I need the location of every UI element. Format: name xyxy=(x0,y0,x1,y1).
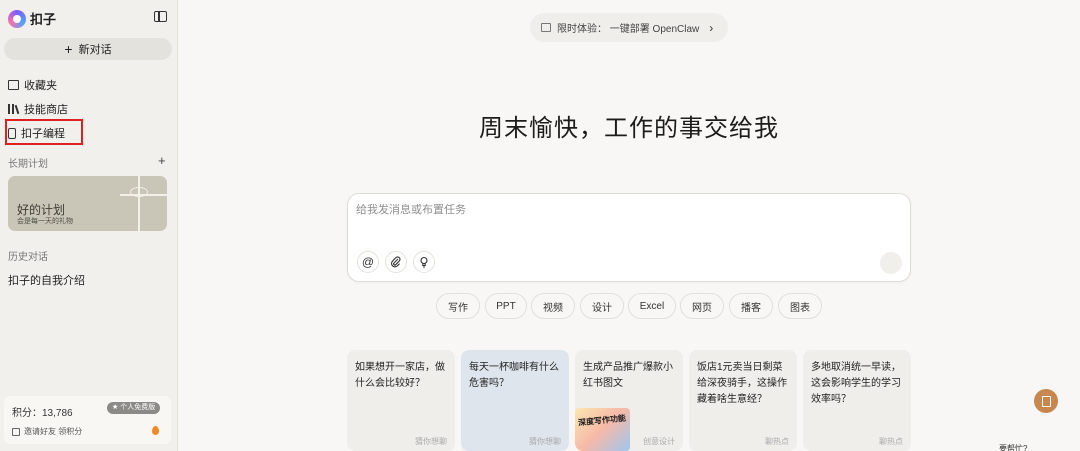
card-tag: 聊热点 xyxy=(879,437,903,446)
chip-video[interactable]: 视频 xyxy=(531,293,575,319)
lightbulb-icon xyxy=(420,256,428,268)
card-text: 多地取消统一早读，这会影响学生的学习效率吗？ xyxy=(811,362,901,405)
gift-icon xyxy=(12,427,20,436)
card-text: 饭店1元卖当日剩菜给深夜骑手，这操作藏着啥生意经？ xyxy=(697,362,787,405)
promo-banner[interactable]: 限时体验： 一键部署 OpenClaw › xyxy=(530,13,728,42)
sidebar: 扣子 + 新对话 收藏夹 技能商店 扣子编程 长期计划 + 好的计划 会是每一天… xyxy=(0,0,178,451)
card-text: 如果想开一家店，做什么会比较好？ xyxy=(355,362,445,389)
suggestion-card[interactable]: 多地取消统一早读，这会影响学生的学习效率吗？ 聊热点 xyxy=(803,350,911,451)
sidebar-item-label: 收藏夹 xyxy=(24,80,57,92)
sidebar-item-favorites[interactable]: 收藏夹 xyxy=(8,77,57,93)
card-text: 每天一杯咖啡有什么危害吗？ xyxy=(469,362,559,389)
books-icon xyxy=(8,104,19,114)
flame-icon xyxy=(152,426,159,435)
page-title: 周末愉快，工作的事交给我 xyxy=(479,114,779,142)
add-plan-button[interactable]: + xyxy=(158,153,166,168)
idea-button[interactable] xyxy=(413,251,435,273)
gift-icon xyxy=(541,23,551,32)
mention-button[interactable]: @ xyxy=(357,251,379,273)
invite-link[interactable]: 邀请好友 领积分 xyxy=(12,426,82,437)
history-section-title: 历史对话 xyxy=(8,252,48,263)
chip-excel[interactable]: Excel xyxy=(628,293,676,319)
promo-label: 限时体验： 一键部署 OpenClaw xyxy=(557,24,700,35)
card-tag: 聊热点 xyxy=(765,437,789,446)
ribbon-decoration xyxy=(138,176,140,231)
folder-icon xyxy=(8,80,19,90)
chip-chart[interactable]: 图表 xyxy=(778,293,822,319)
bow-icon xyxy=(130,187,148,197)
send-button[interactable] xyxy=(880,252,902,274)
notes-button[interactable] xyxy=(1034,389,1058,413)
suggestion-card[interactable]: 饭店1元卖当日剩菜给深夜骑手，这操作藏着啥生意经？ 聊热点 xyxy=(689,350,797,451)
new-chat-button[interactable]: + 新对话 xyxy=(4,38,172,60)
card-tag: 猜你想聊 xyxy=(415,437,447,446)
new-chat-label: 新对话 xyxy=(78,44,112,56)
attach-button[interactable] xyxy=(385,251,407,273)
chevron-right-icon: › xyxy=(709,20,714,35)
history-item[interactable]: 扣子的自我介绍 xyxy=(8,272,85,288)
suggestion-card[interactable]: 生成产品推广爆款小红书图文 深度写作功能 创意设计 xyxy=(575,350,683,451)
plan-card-subtitle: 会是每一天的礼物 xyxy=(17,218,73,225)
plan-card[interactable]: 好的计划 会是每一天的礼物 xyxy=(8,176,167,231)
plus-icon: + xyxy=(64,41,73,57)
account-panel: 积分：13,786 ★ 个人免费版 邀请好友 领积分 xyxy=(4,396,171,444)
at-icon: @ xyxy=(361,255,375,269)
attach-icon xyxy=(391,256,401,268)
highlight-box xyxy=(5,119,83,145)
chip-design[interactable]: 设计 xyxy=(580,293,624,319)
chip-podcast[interactable]: 播客 xyxy=(729,293,773,319)
brand-name: 扣子 xyxy=(30,12,57,27)
suggestion-card[interactable]: 如果想开一家店，做什么会比较好？ 猜你想聊 xyxy=(347,350,455,451)
points-label: 积分：13,786 xyxy=(12,408,73,419)
brand[interactable]: 扣子 xyxy=(8,9,56,28)
chip-web[interactable]: 网页 xyxy=(680,293,724,319)
suggestion-card[interactable]: 每天一杯咖啡有什么危害吗？ 猜你想聊 xyxy=(461,350,569,451)
message-input[interactable] xyxy=(356,204,856,216)
chip-writing[interactable]: 写作 xyxy=(436,293,480,319)
invite-label: 邀请好友 领积分 xyxy=(24,427,83,436)
sidebar-toggle-icon[interactable] xyxy=(154,11,167,22)
card-text: 生成产品推广爆款小红书图文 xyxy=(583,362,673,389)
card-tag: 创意设计 xyxy=(643,437,675,446)
help-label[interactable]: 要帮忙? xyxy=(999,443,1027,451)
card-thumbnail: 深度写作功能 xyxy=(575,408,630,451)
document-icon xyxy=(1041,395,1051,407)
chip-ppt[interactable]: PPT xyxy=(485,293,527,319)
composer: @ xyxy=(347,193,911,282)
logo-icon xyxy=(8,9,26,28)
plans-section-title: 长期计划 xyxy=(8,159,48,170)
sidebar-item-skill-store[interactable]: 技能商店 xyxy=(8,101,68,117)
plan-badge[interactable]: ★ 个人免费版 xyxy=(107,402,161,414)
sidebar-item-label: 技能商店 xyxy=(24,104,68,116)
card-tag: 猜你想聊 xyxy=(529,437,561,446)
thumbnail-label: 深度写作功能 xyxy=(577,413,627,428)
